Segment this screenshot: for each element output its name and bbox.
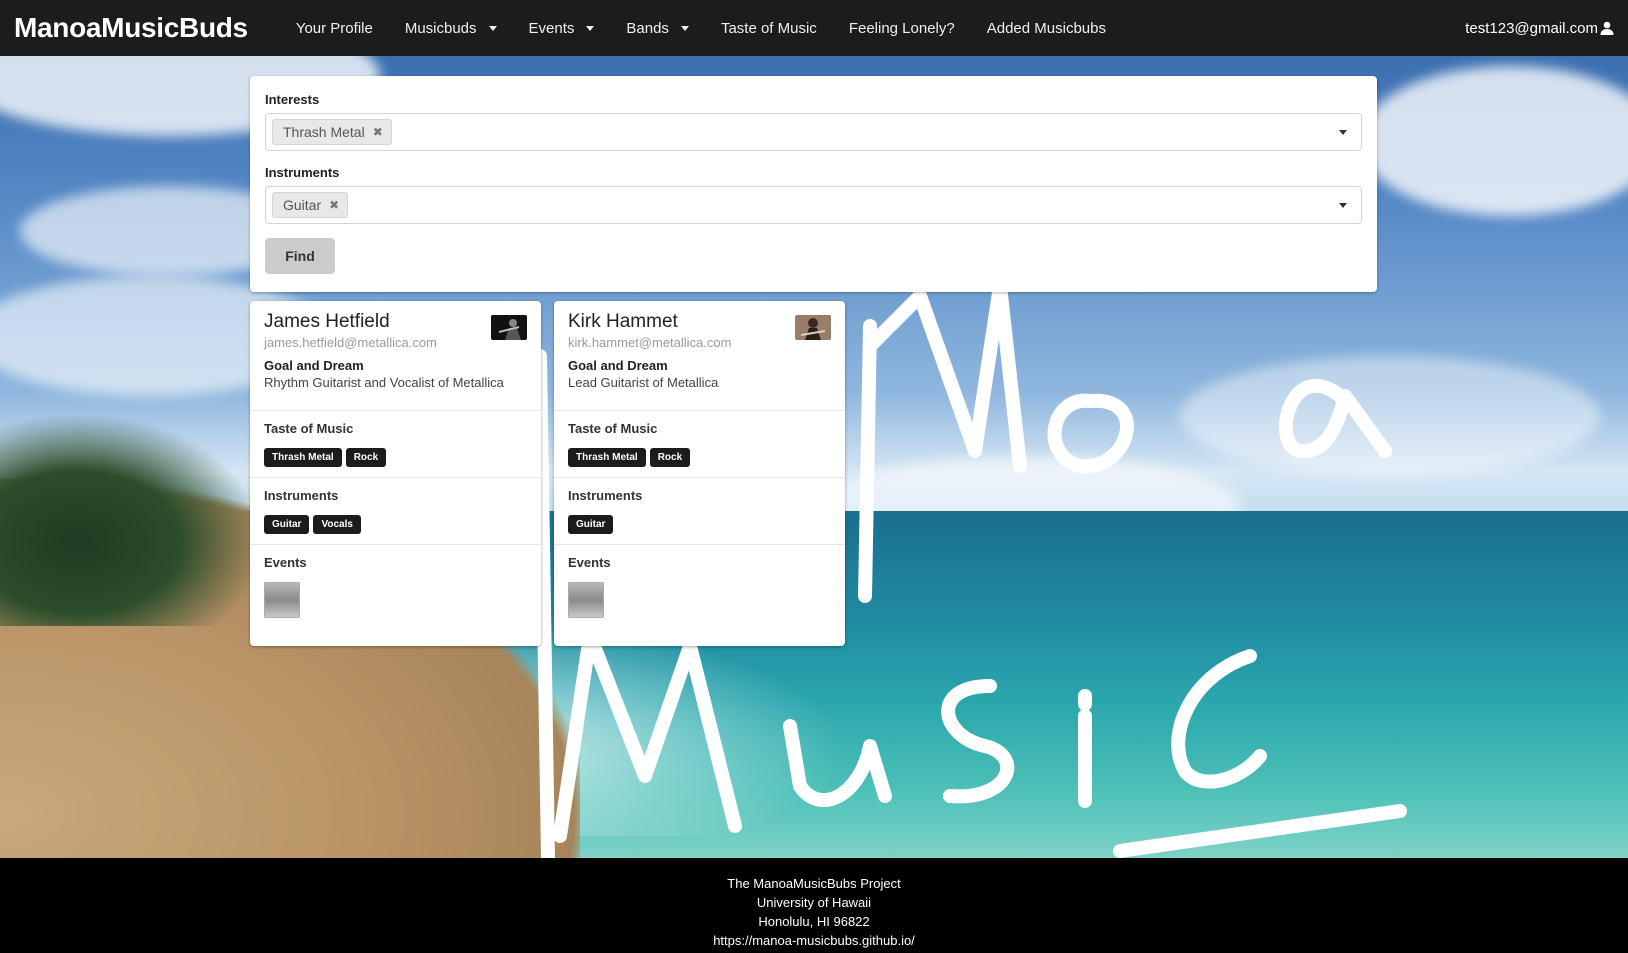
card-header: James Hetfield james.hetfield@metallica.… <box>250 301 541 411</box>
nav-musicbuds-dropdown[interactable]: Musicbuds <box>389 0 513 56</box>
events-title: Events <box>568 555 611 570</box>
nav-your-profile[interactable]: Your Profile <box>280 0 389 56</box>
tag[interactable]: Rock <box>649 448 691 467</box>
nav-label: Taste of Music <box>720 19 817 37</box>
tag[interactable]: Thrash Metal <box>568 448 646 467</box>
profile-card: James Hetfield james.hetfield@metallica.… <box>250 301 541 646</box>
nav-label: Events <box>528 19 575 37</box>
find-button[interactable]: Find <box>265 238 335 274</box>
instruments-section: Instruments Guitar Vocals <box>250 478 541 545</box>
tag[interactable]: Guitar <box>568 515 614 534</box>
user-menu[interactable]: test123@gmail.com <box>1465 0 1614 56</box>
tag[interactable]: Thrash Metal <box>264 448 342 467</box>
nav-label: Added Musicbubs <box>986 19 1106 37</box>
user-icon <box>1600 21 1614 35</box>
avatar <box>491 315 527 340</box>
caret-down-icon <box>586 25 595 31</box>
instruments-title: Instruments <box>264 488 339 503</box>
brand-logo[interactable]: ManoaMusicBuds <box>14 12 248 44</box>
dropdown-caret-icon[interactable] <box>1339 203 1347 208</box>
remove-chip-icon[interactable]: ✖ <box>373 125 383 139</box>
taste-title: Taste of Music <box>264 421 354 436</box>
taste-tags: Thrash Metal Rock <box>568 448 831 467</box>
taste-section: Taste of Music Thrash Metal Rock <box>554 411 845 478</box>
remove-chip-icon[interactable]: ✖ <box>329 198 339 212</box>
footer: The ManoaMusicBubs Project University of… <box>0 858 1628 953</box>
caret-down-icon <box>680 25 689 31</box>
goal-title: Goal and Dream <box>264 358 364 373</box>
nav-label: Feeling Lonely? <box>848 19 955 37</box>
caret-down-icon <box>488 25 497 31</box>
goal-text: Rhythm Guitarist and Vocalist of Metalli… <box>264 375 504 390</box>
footer-project: The ManoaMusicBubs Project <box>727 876 901 891</box>
search-panel: Interests Thrash Metal ✖ Instruments Gui… <box>250 76 1377 292</box>
card-email: kirk.hammet@metallica.com <box>568 335 732 350</box>
nav-label: Musicbuds <box>404 19 477 37</box>
nav-label: Your Profile <box>295 19 373 37</box>
event-thumbnail[interactable] <box>568 582 604 618</box>
events-title: Events <box>264 555 307 570</box>
interests-select[interactable]: Thrash Metal ✖ <box>265 113 1362 151</box>
taste-section: Taste of Music Thrash Metal Rock <box>250 411 541 478</box>
instrument-tags: Guitar <box>568 515 831 534</box>
tag[interactable]: Guitar <box>264 515 310 534</box>
nav-label: Bands <box>626 19 669 37</box>
event-thumbnail[interactable] <box>264 582 300 618</box>
instruments-title: Instruments <box>568 488 643 503</box>
top-navbar: ManoaMusicBuds Your Profile Musicbuds Ev… <box>0 0 1628 56</box>
events-section: Events <box>250 545 541 628</box>
goal-title: Goal and Dream <box>568 358 668 373</box>
interests-label: Interests <box>265 92 320 107</box>
taste-title: Taste of Music <box>568 421 658 436</box>
instruments-select[interactable]: Guitar ✖ <box>265 186 1362 224</box>
card-email: james.hetfield@metallica.com <box>264 335 437 350</box>
footer-link[interactable]: https://manoa-musicbubs.github.io/ <box>0 931 1628 950</box>
goal-text: Lead Guitarist of Metallica <box>568 375 719 390</box>
footer-university: University of Hawaii <box>756 895 872 910</box>
instrument-chip: Guitar ✖ <box>272 192 349 218</box>
footer-address: Honolulu, HI 96822 <box>758 914 870 929</box>
events-section: Events <box>554 545 845 628</box>
user-email: test123@gmail.com <box>1465 19 1598 37</box>
chip-label: Thrash Metal <box>283 124 365 140</box>
chip-label: Guitar <box>283 197 322 213</box>
nav-taste-of-music[interactable]: Taste of Music <box>705 0 833 56</box>
nav-added-musicbubs[interactable]: Added Musicbubs <box>971 0 1122 56</box>
instrument-tags: Guitar Vocals <box>264 515 527 534</box>
tag[interactable]: Rock <box>345 448 387 467</box>
interest-chip: Thrash Metal ✖ <box>272 119 392 145</box>
profile-card: Kirk Hammet kirk.hammet@metallica.com Go… <box>554 301 845 646</box>
nav-feeling-lonely[interactable]: Feeling Lonely? <box>833 0 971 56</box>
instruments-label: Instruments <box>265 165 340 180</box>
tag[interactable]: Vocals <box>313 515 361 534</box>
taste-tags: Thrash Metal Rock <box>264 448 527 467</box>
card-name: James Hetfield <box>264 311 390 332</box>
nav-bands-dropdown[interactable]: Bands <box>610 0 705 56</box>
card-name: Kirk Hammet <box>568 311 678 332</box>
instruments-section: Instruments Guitar <box>554 478 845 545</box>
dropdown-caret-icon[interactable] <box>1339 130 1347 135</box>
avatar <box>795 315 831 340</box>
nav-events-dropdown[interactable]: Events <box>513 0 611 56</box>
card-header: Kirk Hammet kirk.hammet@metallica.com Go… <box>554 301 845 411</box>
